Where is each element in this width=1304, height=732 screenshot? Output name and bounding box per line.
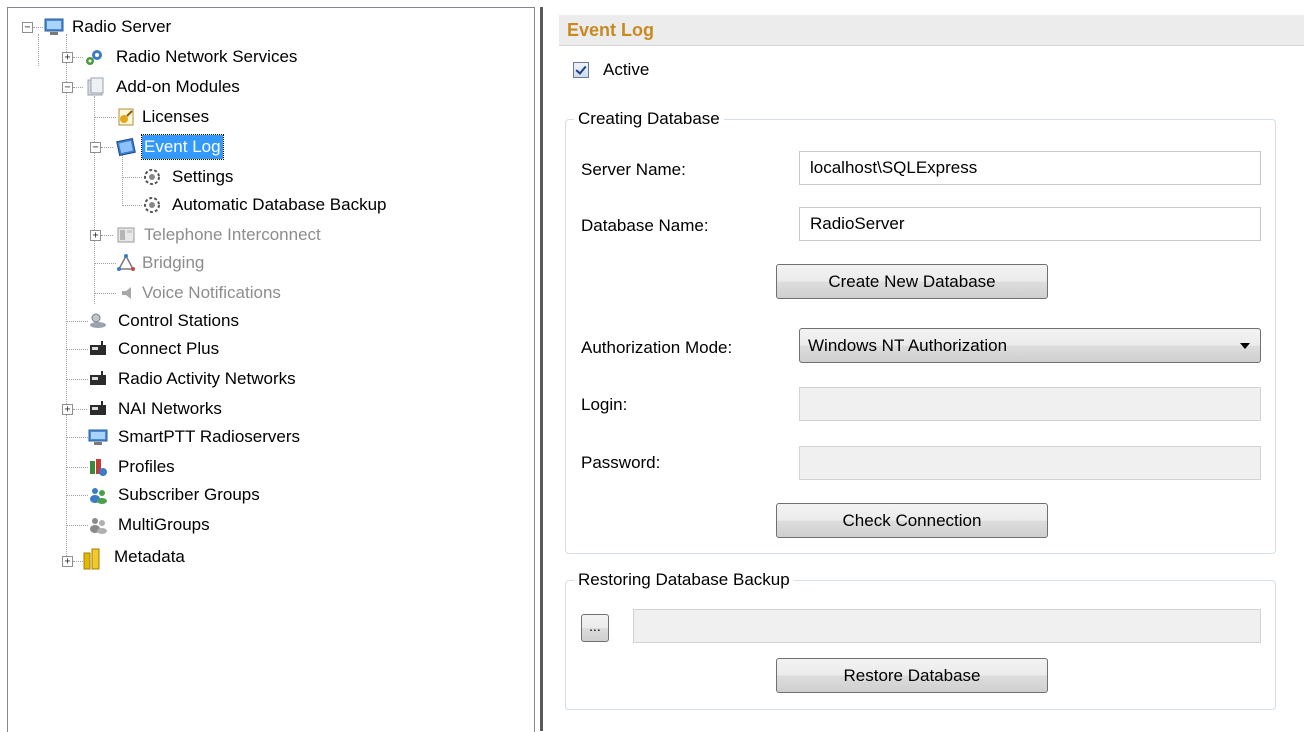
tree-node-connect-plus[interactable]: Connect Plus xyxy=(66,336,366,362)
expand-icon[interactable]: + xyxy=(62,404,73,415)
tree-node-subscriber-groups[interactable]: Subscriber Groups xyxy=(66,482,366,508)
collapse-icon[interactable]: − xyxy=(62,82,73,93)
users-icon xyxy=(90,488,107,504)
multigroups-icon xyxy=(90,518,107,534)
tree-label: MultiGroups xyxy=(118,515,210,534)
password-field[interactable] xyxy=(799,446,1261,480)
tree-label: Radio Activity Networks xyxy=(118,369,296,388)
tree-node-bridging[interactable]: Bridging xyxy=(94,250,394,276)
authorization-mode-value: Windows NT Authorization xyxy=(808,336,1008,355)
tree-node-control-stations[interactable]: Control Stations xyxy=(66,308,366,334)
tree-node-radio-server[interactable]: − Radio Server xyxy=(22,14,322,40)
license-icon xyxy=(118,108,134,126)
restore-database-button[interactable]: Restore Database xyxy=(776,658,1048,693)
tree-node-voice-notifications[interactable]: Voice Notifications xyxy=(94,280,414,306)
collapse-icon[interactable]: − xyxy=(22,22,33,33)
gear-icon xyxy=(144,169,160,185)
tree-label: SmartPTT Radioservers xyxy=(118,427,301,446)
active-checkbox[interactable] xyxy=(573,62,589,78)
radio-icon xyxy=(90,401,106,415)
tree-label: NAI Networks xyxy=(118,399,222,418)
panel-title: Event Log xyxy=(567,20,655,40)
tree-label: Radio Network Services xyxy=(116,47,298,66)
authorization-mode-label: Authorization Mode: xyxy=(581,338,733,357)
telephone-icon xyxy=(117,227,135,243)
radio-icon xyxy=(90,371,106,385)
expand-icon[interactable]: + xyxy=(90,230,101,241)
tree-node-radio-activity-networks[interactable]: Radio Activity Networks xyxy=(66,366,386,392)
tree-label: Bridging xyxy=(142,253,205,272)
password-label: Password: xyxy=(581,453,661,472)
tree-node-settings[interactable]: Settings xyxy=(122,164,422,190)
server-name-field[interactable]: localhost\SQLExpress xyxy=(799,151,1261,185)
tree-node-automatic-database-backup[interactable]: Automatic Database Backup xyxy=(122,192,482,218)
tree-label: Control Stations xyxy=(118,311,239,330)
database-name-label: Database Name: xyxy=(581,216,709,235)
browse-button[interactable]: ... xyxy=(581,614,609,642)
modules-icon xyxy=(87,77,104,96)
event-log-panel: Event Log Active Creating Database Serve… xyxy=(540,7,1304,731)
tree-label: Automatic Database Backup xyxy=(172,195,387,214)
tree-node-radio-network-services[interactable]: + Radio Network Services xyxy=(62,44,382,70)
database-name-field[interactable]: RadioServer xyxy=(799,207,1261,241)
backup-path-field[interactable] xyxy=(633,609,1261,643)
speaker-icon xyxy=(122,287,131,299)
tree-label: Voice Notifications xyxy=(142,283,281,302)
tree-view[interactable]: − Radio Server + Radio Network Services … xyxy=(7,7,535,732)
tree-node-licenses[interactable]: Licenses xyxy=(94,104,394,130)
tree-label: Radio Server xyxy=(72,17,172,36)
computer-icon xyxy=(88,429,108,445)
login-label: Login: xyxy=(581,395,628,414)
tree-label: Connect Plus xyxy=(118,339,220,358)
check-connection-button[interactable]: Check Connection xyxy=(776,503,1048,538)
tree-label: Profiles xyxy=(118,457,175,476)
tree-label: Event Log xyxy=(141,134,224,160)
tree-label: Licenses xyxy=(142,107,210,126)
tree-node-telephone-interconnect[interactable]: + Telephone Interconnect xyxy=(90,222,430,248)
event-log-icon xyxy=(116,137,136,157)
active-label: Active xyxy=(603,60,650,79)
gear-network-icon xyxy=(86,50,102,65)
creating-database-group: Creating Database Server Name: localhost… xyxy=(565,108,1276,554)
tree-node-multigroups[interactable]: MultiGroups xyxy=(66,512,366,538)
chevron-down-icon[interactable] xyxy=(1240,343,1250,349)
tree-label: Subscriber Groups xyxy=(118,485,260,504)
create-new-database-button[interactable]: Create New Database xyxy=(776,264,1048,299)
control-station-icon xyxy=(90,313,106,328)
database-icon xyxy=(83,548,100,570)
restoring-database-backup-group: Restoring Database Backup ... Restore Da… xyxy=(565,569,1276,710)
bridging-icon xyxy=(117,254,135,271)
expand-icon[interactable]: + xyxy=(62,556,73,567)
expand-icon[interactable]: + xyxy=(62,52,73,63)
profiles-icon xyxy=(90,459,107,476)
login-field[interactable] xyxy=(799,387,1261,421)
panel-header: Event Log xyxy=(559,15,1304,46)
gear-icon xyxy=(144,197,160,213)
tree-label: Metadata xyxy=(114,547,185,566)
tree-label: Telephone Interconnect xyxy=(144,225,321,244)
creating-database-legend: Creating Database xyxy=(574,108,724,130)
collapse-icon[interactable]: − xyxy=(90,142,101,153)
tree-node-event-log[interactable]: − Event Log xyxy=(90,134,390,160)
tree-node-profiles[interactable]: Profiles xyxy=(66,454,366,480)
server-name-label: Server Name: xyxy=(581,160,686,179)
restoring-database-backup-legend: Restoring Database Backup xyxy=(574,569,794,591)
tree-label: Add-on Modules xyxy=(116,77,240,96)
tree-node-nai-networks[interactable]: + NAI Networks xyxy=(62,396,362,422)
radio-icon xyxy=(90,341,106,355)
tree-label: Settings xyxy=(172,167,234,186)
tree-node-smartptt-radioservers[interactable]: SmartPTT Radioservers xyxy=(66,424,386,450)
computer-icon xyxy=(44,18,64,35)
tree-node-add-on-modules[interactable]: − Add-on Modules xyxy=(62,74,382,100)
tree-node-metadata[interactable]: + Metadata xyxy=(62,547,362,574)
authorization-mode-select[interactable]: Windows NT Authorization xyxy=(799,328,1261,363)
